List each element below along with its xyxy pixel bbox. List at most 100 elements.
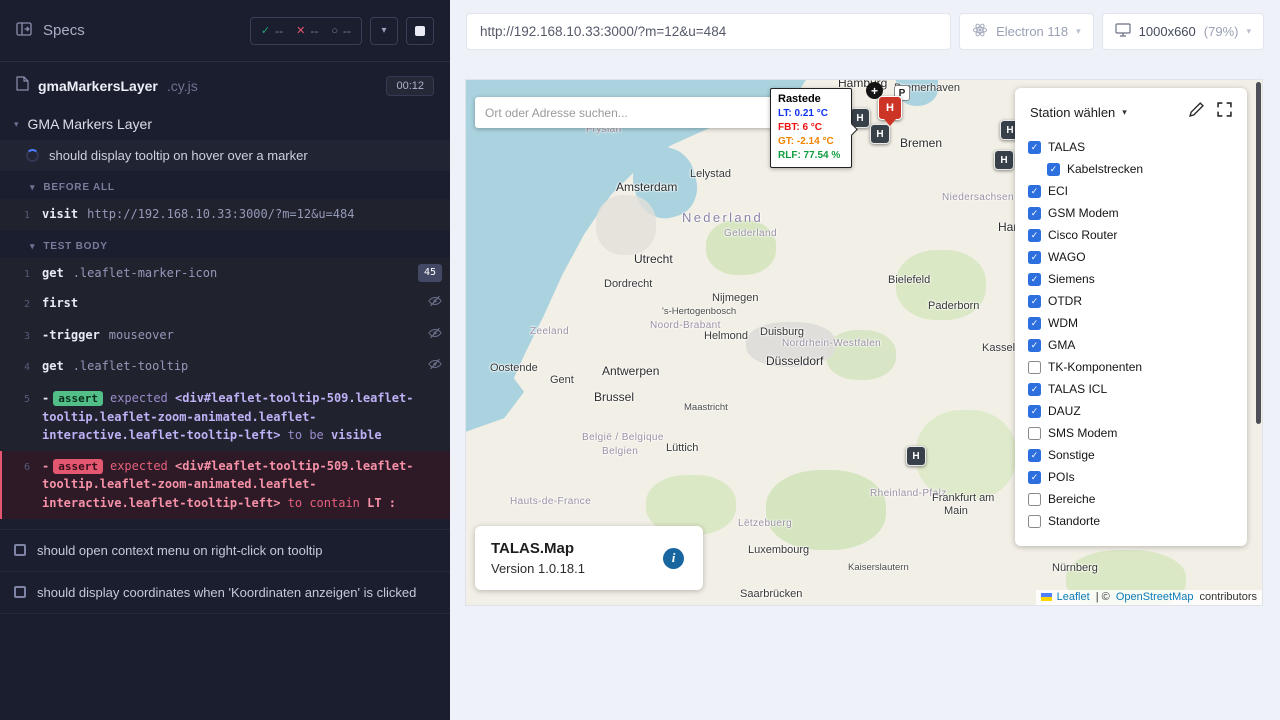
station-marker-icon[interactable]: H: [994, 150, 1014, 170]
specs-menu-button[interactable]: Specs: [16, 21, 85, 41]
command-text: first: [42, 294, 420, 313]
spec-name: gmaMarkersLayer: [38, 78, 158, 94]
checked-checkbox[interactable]: ✓: [1028, 185, 1041, 198]
command-row[interactable]: 4get.leaflet-tooltip: [0, 351, 450, 383]
map-urban-area: [596, 195, 656, 255]
map-label: Amsterdam: [616, 180, 677, 194]
layer-item-gsm-modem[interactable]: ✓ GSM Modem: [1028, 202, 1234, 224]
station-dropdown[interactable]: Station wählen: [1030, 105, 1115, 120]
layer-item-pois[interactable]: ✓POIs: [1028, 466, 1234, 488]
checked-checkbox[interactable]: ✓: [1028, 383, 1041, 396]
info-icon[interactable]: i: [663, 548, 684, 569]
map-label: Nürnberg: [1052, 562, 1098, 574]
command-number: 1: [2, 264, 30, 283]
map-attribution: Leaflet | © OpenStreetMap contributors: [1036, 590, 1262, 605]
command-args: mouseover: [109, 328, 174, 342]
checked-checkbox[interactable]: ✓: [1028, 471, 1041, 484]
url-input[interactable]: [480, 24, 937, 39]
electron-icon: [972, 22, 988, 41]
leaflet-link[interactable]: Leaflet: [1057, 591, 1090, 603]
command-row[interactable]: 6-assertexpected <div#leaflet-tooltip-50…: [0, 451, 450, 519]
command-row[interactable]: 5-assertexpected <div#leaflet-tooltip-50…: [0, 383, 450, 451]
layer-item-talas[interactable]: ✓TALAS: [1028, 136, 1234, 158]
map-search-box[interactable]: [475, 97, 775, 128]
pending-test-row[interactable]: should display coordinates when 'Koordin…: [0, 571, 450, 614]
checked-checkbox[interactable]: ✓: [1028, 449, 1041, 462]
flag-icon: [1041, 593, 1052, 601]
checked-checkbox[interactable]: ✓: [1028, 251, 1041, 264]
stop-run-button[interactable]: [406, 17, 434, 45]
layer-item-dauz[interactable]: ✓DAUZ: [1028, 400, 1234, 422]
layer-item-standorte[interactable]: Standorte: [1028, 510, 1234, 532]
suite-row[interactable]: ▾ GMA Markers Layer: [0, 108, 450, 140]
app-scrollbar[interactable]: [1256, 82, 1261, 424]
check-icon: ✓: [261, 24, 270, 37]
layer-item-sms-modem[interactable]: SMS Modem: [1028, 422, 1234, 444]
map-label: Utrecht: [634, 252, 673, 266]
checked-checkbox[interactable]: ✓: [1028, 141, 1041, 154]
layer-item-otdr[interactable]: ✓OTDR: [1028, 290, 1234, 312]
unchecked-checkbox[interactable]: [1028, 427, 1041, 440]
pending-tests: should open context menu on right-click …: [0, 529, 450, 614]
layer-item-gma[interactable]: ✓ GMA: [1028, 334, 1234, 356]
station-tooltip: Rastede LT: 0.21 °CFBT: 6 °CGT: -2.14 °C…: [770, 88, 852, 168]
layer-label: TALAS ICL: [1048, 382, 1107, 396]
hidden-eye-icon: [428, 326, 442, 346]
layer-item-bereiche[interactable]: Bereiche: [1028, 488, 1234, 510]
checked-checkbox[interactable]: ✓: [1028, 207, 1041, 220]
checked-checkbox[interactable]: ✓: [1028, 229, 1041, 242]
command-row[interactable]: 1visithttp://192.168.10.33:3000/?m=12&u=…: [0, 199, 450, 230]
running-spinner-icon: [26, 149, 39, 162]
edit-pencil-icon[interactable]: [1189, 102, 1204, 122]
command-row[interactable]: 2first: [0, 288, 450, 320]
layer-item-talas-icl[interactable]: ✓ TALAS ICL: [1028, 378, 1234, 400]
run-stats: ✓-- ✕-- ○--: [250, 17, 362, 45]
spec-file-row[interactable]: gmaMarkersLayer.cy.js 00:12: [0, 62, 450, 108]
checked-checkbox[interactable]: ✓: [1028, 317, 1041, 330]
checked-checkbox[interactable]: ✓: [1028, 405, 1041, 418]
unchecked-checkbox[interactable]: [1028, 361, 1041, 374]
layer-label: GMA: [1048, 338, 1075, 352]
command-method: -trigger: [42, 328, 100, 342]
layer-label: Siemens: [1048, 272, 1095, 286]
station-marker-icon[interactable]: H: [870, 124, 890, 144]
command-row[interactable]: 3-triggermouseover: [0, 320, 450, 352]
checked-checkbox[interactable]: ✓: [1047, 163, 1060, 176]
alarm-station-marker-icon[interactable]: H: [878, 96, 902, 120]
unchecked-checkbox[interactable]: [1028, 515, 1041, 528]
map-label: Düsseldorf: [766, 354, 823, 368]
layer-item-sonstige[interactable]: ✓Sonstige: [1028, 444, 1234, 466]
active-test-row[interactable]: should display tooltip on hover over a m…: [0, 140, 450, 171]
checked-checkbox[interactable]: ✓: [1028, 339, 1041, 352]
osm-link[interactable]: OpenStreetMap: [1116, 591, 1194, 603]
layer-item-tk-komponenten[interactable]: TK-Komponenten: [1028, 356, 1234, 378]
layer-label: GSM Modem: [1048, 206, 1119, 220]
expand-icon[interactable]: [1217, 102, 1232, 122]
layer-item-siemens[interactable]: ✓ Siemens: [1028, 268, 1234, 290]
layer-item-eci[interactable]: ✓ECI: [1028, 180, 1234, 202]
pending-test-row[interactable]: should open context menu on right-click …: [0, 529, 450, 571]
layer-item-kabelstrecken[interactable]: ✓ Kabelstrecken: [1028, 158, 1234, 180]
test-body-header[interactable]: ▾ TEST BODY: [0, 230, 450, 258]
layer-label: Kabelstrecken: [1067, 162, 1143, 176]
file-icon: [16, 76, 29, 96]
collapse-all-button[interactable]: ▾: [370, 17, 398, 45]
search-input[interactable]: [485, 106, 765, 120]
viewport-select[interactable]: 1000x660 (79%) ▾: [1102, 13, 1264, 50]
chevron-down-icon: ▾: [1076, 26, 1081, 37]
command-text: get.leaflet-marker-icon: [42, 264, 410, 283]
map-label: Bielefeld: [888, 274, 930, 286]
unchecked-checkbox[interactable]: [1028, 493, 1041, 506]
url-bar[interactable]: [466, 13, 951, 50]
checked-checkbox[interactable]: ✓: [1028, 273, 1041, 286]
layer-item-cisco-router[interactable]: ✓Cisco Router: [1028, 224, 1234, 246]
layer-item-wdm[interactable]: ✓WDM: [1028, 312, 1234, 334]
active-test-title: should display tooltip on hover over a m…: [49, 148, 308, 163]
layer-item-wago[interactable]: ✓WAGO: [1028, 246, 1234, 268]
before-all-header[interactable]: ▾ BEFORE ALL: [0, 171, 450, 199]
station-marker-icon[interactable]: H: [906, 446, 926, 466]
command-row[interactable]: 1get.leaflet-marker-icon45: [0, 258, 450, 289]
checked-checkbox[interactable]: ✓: [1028, 295, 1041, 308]
browser-select[interactable]: Electron 118 ▾: [959, 13, 1094, 50]
chevron-down-icon[interactable]: ▾: [1122, 107, 1127, 118]
